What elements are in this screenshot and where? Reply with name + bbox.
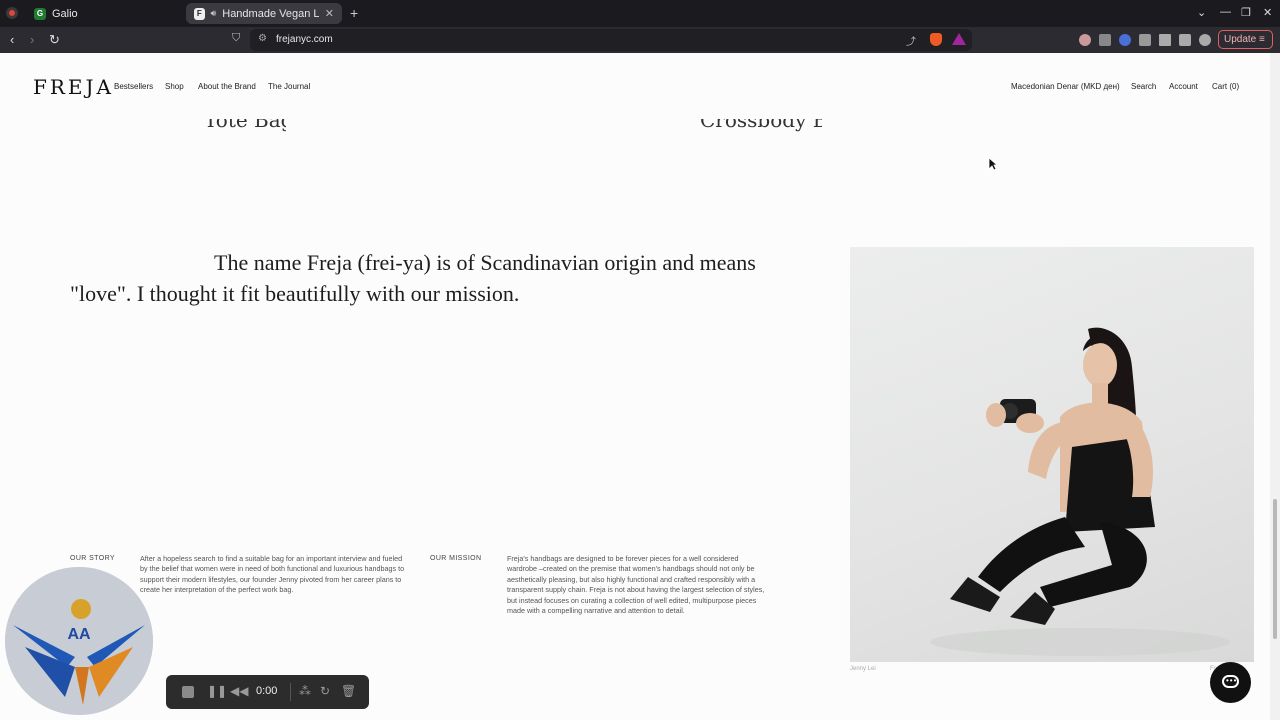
site-header: FREJA Bestsellers Shop About the Brand T…: [0, 53, 1270, 119]
tab-title: Galio: [52, 7, 78, 20]
wallet-icon[interactable]: [1179, 34, 1191, 46]
new-tab-icon[interactable]: +: [350, 5, 358, 21]
webcam-overlay: AA: [5, 567, 153, 715]
leo-ai-icon[interactable]: [1199, 34, 1211, 46]
our-mission-label: OUR MISSION: [430, 555, 482, 562]
webcam-logo-icon: AA: [5, 567, 153, 715]
close-window-icon[interactable]: ✕: [1263, 6, 1272, 19]
category-heading-tote[interactable]: Tote Bags: [204, 119, 286, 141]
tab-list-chevron-icon[interactable]: ⌄: [1197, 6, 1206, 19]
grid-icon[interactable]: ⁂: [299, 684, 311, 698]
speaker-icon: 🔊︎: [210, 8, 217, 18]
nav-shop[interactable]: Shop: [165, 82, 184, 91]
founder-figure: [930, 327, 1230, 656]
browser-tab-bar: G Galio F 🔊︎ Handmade Vegan Lea ✕ + ⌄ — …: [0, 0, 1280, 27]
extension-heart-icon[interactable]: [1099, 34, 1111, 46]
extension-avatar-icon[interactable]: [1079, 34, 1091, 46]
page-scrollbar[interactable]: [1270, 53, 1280, 720]
delete-icon[interactable]: 🗑︎: [341, 684, 356, 698]
screen-recorder-bar: ❚❚ ◀◀ 0:00 ⁂ ↻ 🗑︎: [166, 675, 369, 709]
currency-selector[interactable]: Macedonian Denar (MKD ден): [1011, 82, 1120, 91]
category-heading-crossbody[interactable]: Crossbody Bags: [700, 119, 822, 141]
address-bar[interactable]: ⚙ frejanyc.com ⤴: [250, 29, 972, 51]
our-story-label: OUR STORY: [70, 555, 115, 562]
forward-icon[interactable]: ›: [30, 32, 34, 47]
extension-badge-icon[interactable]: [1119, 34, 1131, 46]
webcam-logo-text: AA: [67, 626, 91, 643]
search-link[interactable]: Search: [1131, 82, 1156, 91]
our-story-text: After a hopeless search to find a suitab…: [140, 554, 405, 595]
update-label: Update: [1224, 34, 1257, 45]
reload-icon[interactable]: ↻: [49, 32, 60, 48]
browser-toolbar: ‹ › ↻ ⛉ ⚙ frejanyc.com ⤴ Update ≡: [0, 27, 1280, 53]
stop-recording-button[interactable]: [182, 686, 194, 698]
site-info-icon[interactable]: ⚙: [258, 33, 267, 44]
restart-icon[interactable]: ↻: [320, 684, 330, 698]
account-link[interactable]: Account: [1169, 82, 1198, 91]
update-button[interactable]: Update ≡: [1218, 30, 1273, 49]
close-tab-icon[interactable]: ✕: [325, 7, 334, 20]
web-page: FREJA Bestsellers Shop About the Brand T…: [0, 53, 1270, 720]
menu-icon: ≡: [1259, 34, 1265, 45]
brave-shields-icon[interactable]: [930, 33, 942, 46]
rewind-icon[interactable]: ◀◀: [230, 684, 248, 698]
recorder-divider: [290, 683, 291, 701]
photo-caption-name: Jenny Lei: [850, 666, 876, 672]
nav-the-journal[interactable]: The Journal: [268, 82, 310, 91]
url-text[interactable]: frejanyc.com: [276, 34, 333, 45]
restore-icon[interactable]: ❐: [1241, 6, 1251, 19]
back-icon[interactable]: ‹: [10, 32, 14, 47]
cart-link[interactable]: Cart (0): [1212, 82, 1239, 91]
share-icon[interactable]: ⤴: [906, 33, 916, 48]
brave-rewards-icon[interactable]: [952, 33, 966, 45]
tab-title: Handmade Vegan Lea: [222, 7, 319, 20]
chat-dots-icon: •••: [1226, 676, 1238, 685]
sidebar-icon[interactable]: [1159, 34, 1171, 46]
freja-favicon-icon: F: [194, 7, 205, 20]
extensions-puzzle-icon[interactable]: [1139, 34, 1151, 46]
galio-favicon-icon: G: [34, 7, 46, 20]
tab-galio[interactable]: G Galio: [26, 3, 184, 24]
brand-name-quote: The name Freja (frei-ya) is of Scandinav…: [70, 250, 756, 306]
chat-widget-button[interactable]: •••: [1210, 662, 1251, 703]
scrollbar-thumb[interactable]: [1273, 499, 1277, 639]
minimize-icon[interactable]: —: [1220, 6, 1231, 18]
mouse-cursor-icon: [988, 157, 998, 171]
nav-about-the-brand[interactable]: About the Brand: [198, 82, 256, 91]
tab-freja[interactable]: F 🔊︎ Handmade Vegan Lea ✕: [186, 3, 342, 24]
recording-indicator-icon: [6, 7, 18, 19]
recording-time: 0:00: [256, 685, 278, 697]
pause-icon[interactable]: ❚❚: [207, 684, 227, 698]
founder-photo: [850, 247, 1254, 662]
our-mission-text: Freja's handbags are designed to be fore…: [507, 554, 765, 616]
nav-bestsellers[interactable]: Bestsellers: [114, 82, 153, 91]
bookmark-icon[interactable]: ⛉: [232, 32, 240, 45]
site-logo[interactable]: FREJA: [33, 75, 114, 99]
